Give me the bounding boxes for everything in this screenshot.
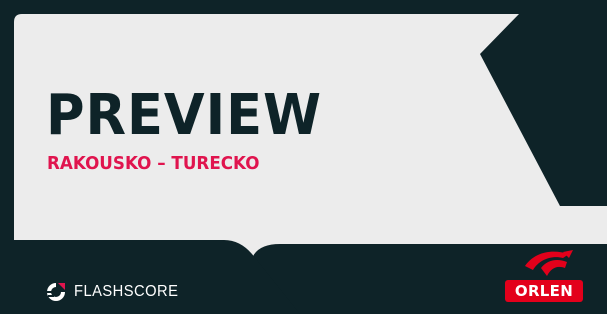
orlen-eagle-icon	[525, 250, 573, 276]
page-title: PREVIEW	[46, 83, 323, 148]
preview-card: PREVIEW RAKOUSKO – TURECKO FLASHSCORE OR…	[0, 0, 607, 314]
flashscore-logo-icon	[47, 283, 65, 301]
flashscore-wordmark: FLASHSCORE	[74, 283, 179, 300]
orlen-wordmark: ORLEN	[514, 282, 574, 300]
match-name: RAKOUSKO – TURECKO	[47, 153, 260, 174]
flashscore-brand: FLASHSCORE	[44, 280, 187, 304]
orlen-sponsor-logo: ORLEN	[505, 246, 583, 304]
orlen-plate: ORLEN	[505, 280, 583, 302]
